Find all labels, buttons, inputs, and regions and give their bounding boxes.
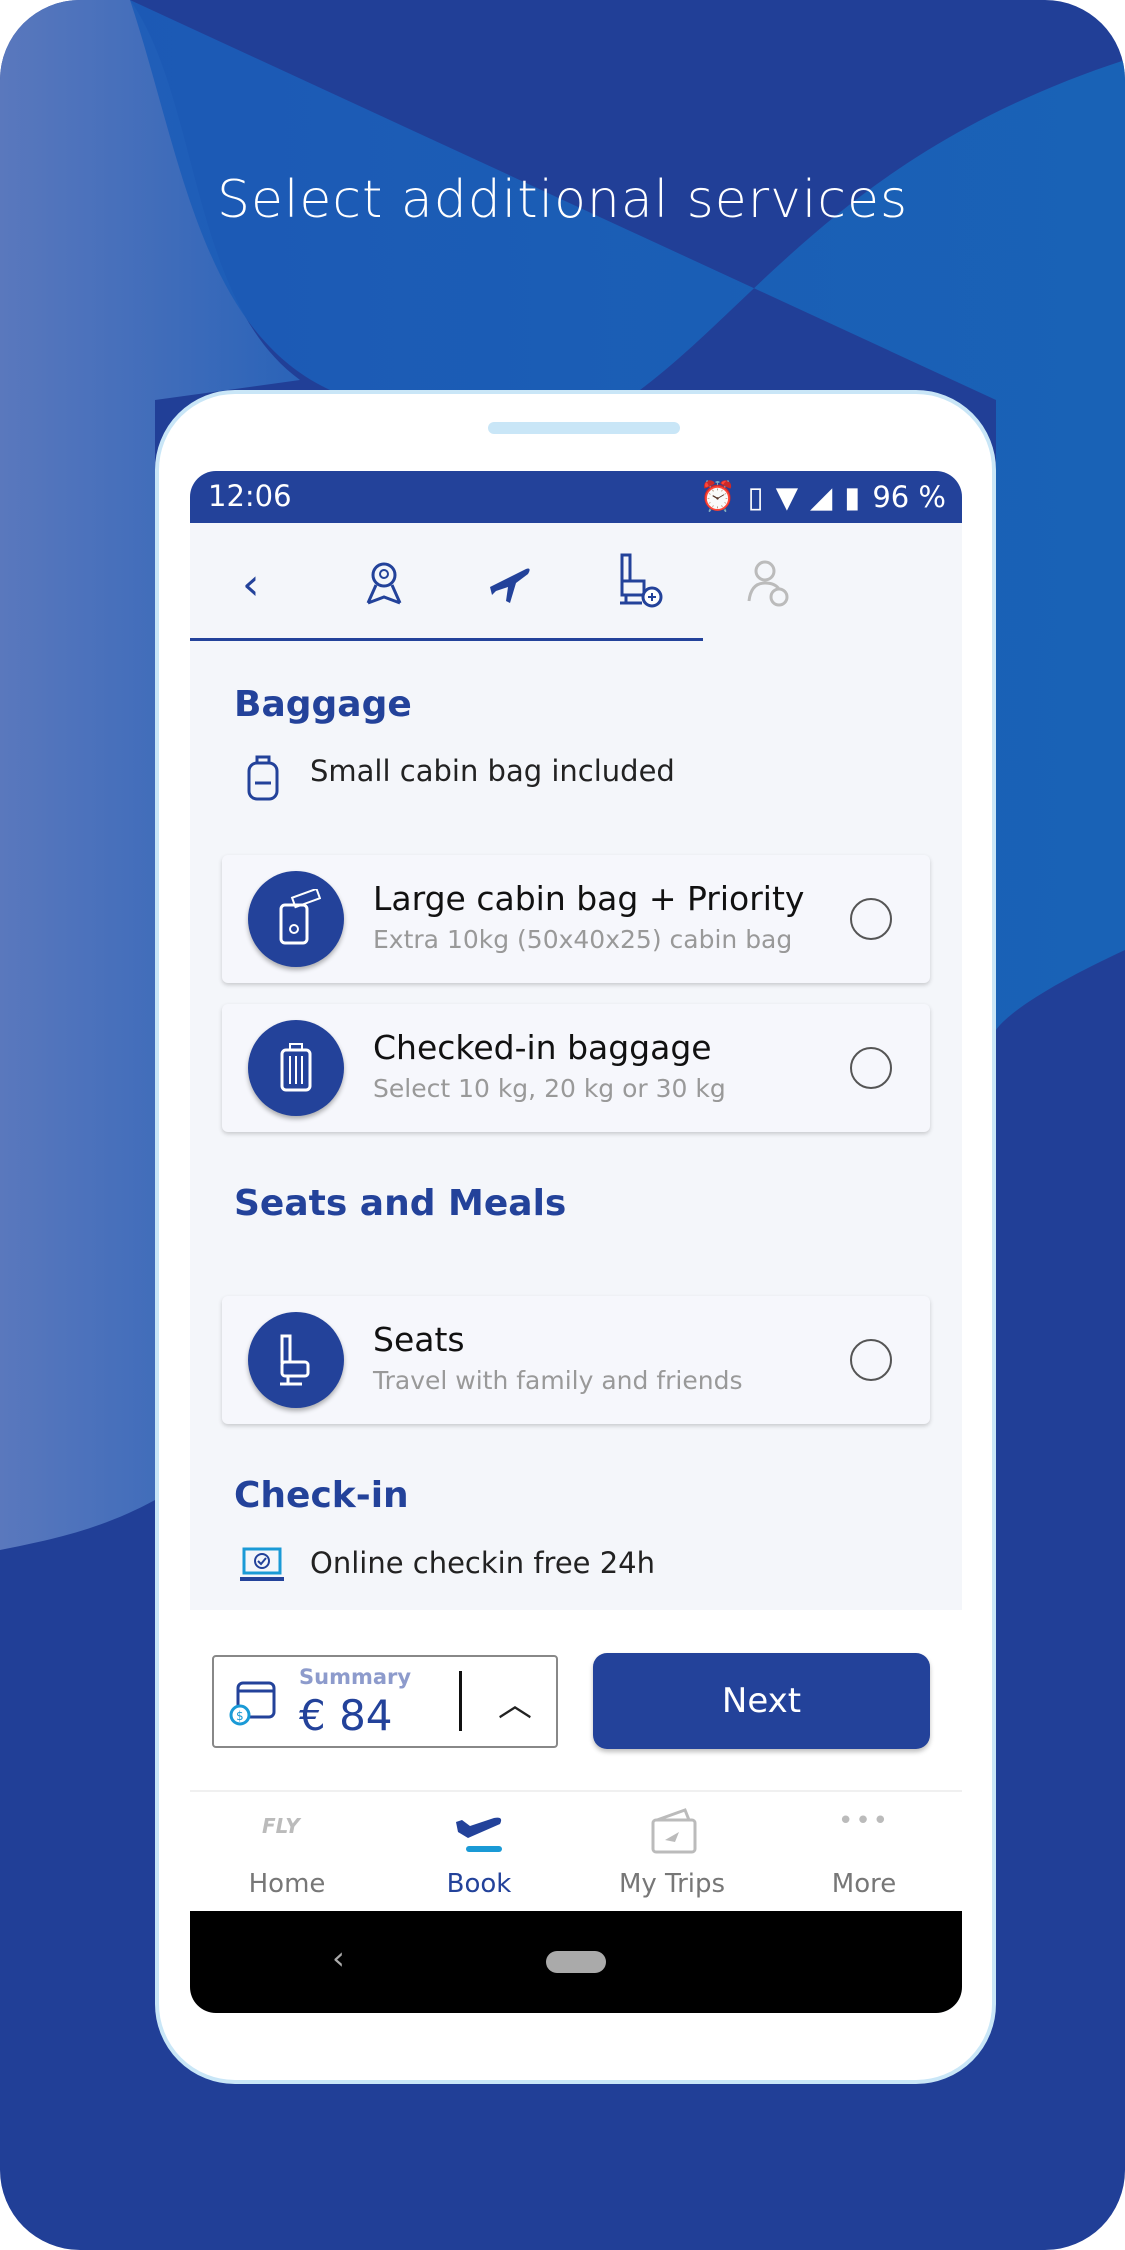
checkin-info: Online checkin free 24h: [310, 1546, 655, 1580]
baggage-heading: Baggage: [234, 684, 412, 725]
status-bar: 12:06 ⏰ ▯ ▼ ◢ ▮ 96 %: [190, 471, 962, 523]
small-bag-included: Small cabin bag included: [310, 754, 675, 788]
option-subtitle: Extra 10kg (50x40x25) cabin bag: [373, 925, 793, 954]
svg-text:$: $: [236, 1709, 244, 1723]
booking-footer: $ Summary € 84 ︿ Next: [190, 1610, 962, 1790]
promo-background: Select additional services 12:06 ⏰ ▯ ▼ ◢…: [0, 0, 1125, 2250]
nav-more[interactable]: ••• More: [769, 1792, 959, 1913]
summary-divider: [459, 1671, 462, 1731]
nav-label: Book: [446, 1869, 512, 1899]
summary-amount: € 84: [299, 1691, 393, 1740]
system-nav-bar: ‹: [190, 1911, 962, 2013]
nav-label: My Trips: [618, 1869, 726, 1899]
ticket-wallet-icon: [651, 1808, 697, 1854]
summary-label: Summary: [299, 1665, 412, 1689]
back-icon[interactable]: ‹: [242, 559, 260, 610]
fly-logo-icon: FLY: [262, 1814, 300, 1838]
option-checked-baggage[interactable]: Checked-in baggage Select 10 kg, 20 kg o…: [222, 1004, 930, 1132]
nav-book[interactable]: Book: [384, 1792, 574, 1913]
option-seats[interactable]: Seats Travel with family and friends: [222, 1296, 930, 1424]
seats-meals-heading: Seats and Meals: [234, 1183, 567, 1224]
flight-icon[interactable]: [486, 561, 532, 607]
suitcase-icon: [248, 1020, 344, 1116]
option-title: Checked-in baggage: [373, 1028, 712, 1067]
flight-takeoff-icon: [456, 1817, 502, 1852]
battery-icon: ▮: [844, 479, 861, 514]
nav-my-trips[interactable]: My Trips: [577, 1792, 767, 1913]
bottom-nav: FLY Home Book My Trips ••• More: [190, 1790, 962, 1911]
next-button[interactable]: Next: [593, 1653, 930, 1749]
option-large-cabin-bag[interactable]: Large cabin bag + Priority Extra 10kg (5…: [222, 855, 930, 983]
option-radio[interactable]: [850, 1339, 892, 1381]
more-dots-icon: •••: [837, 1806, 890, 1836]
nav-home[interactable]: FLY Home: [192, 1792, 382, 1913]
option-radio[interactable]: [850, 898, 892, 940]
wallet-icon: $: [229, 1681, 276, 1726]
option-radio[interactable]: [850, 1047, 892, 1089]
chevron-up-icon[interactable]: ︿: [498, 1677, 532, 1726]
option-subtitle: Travel with family and friends: [373, 1366, 743, 1395]
backpack-icon: [247, 755, 279, 801]
summary-toggle[interactable]: $ Summary € 84 ︿: [212, 1655, 558, 1748]
nav-label: Home: [248, 1869, 326, 1899]
battery-level: 96 %: [872, 479, 946, 514]
step-progress-underline: [190, 638, 703, 641]
signal-icon: ◢: [810, 479, 833, 514]
nav-label: More: [831, 1869, 897, 1899]
alarm-icon: ⏰: [699, 479, 736, 513]
cabin-bag-priority-icon: [248, 871, 344, 967]
phone-speaker: [488, 422, 680, 434]
laptop-check-icon: [240, 1547, 284, 1581]
option-title: Large cabin bag + Priority: [373, 879, 805, 918]
option-title: Seats: [373, 1320, 465, 1359]
app-screen: 12:06 ⏰ ▯ ▼ ◢ ▮ 96 % ‹ Baggage Small cab…: [190, 471, 962, 2013]
status-time: 12:06: [208, 479, 292, 513]
vibrate-icon: ▯: [747, 479, 764, 514]
wifi-icon: ▼: [775, 479, 799, 514]
system-home-pill[interactable]: [546, 1951, 606, 1973]
seat-icon: [248, 1312, 344, 1408]
seat-extras-icon[interactable]: [614, 553, 666, 609]
destination-icon[interactable]: [360, 559, 408, 607]
checkin-heading: Check-in: [234, 1475, 409, 1516]
promo-title: Select additional services: [216, 170, 909, 230]
option-subtitle: Select 10 kg, 20 kg or 30 kg: [373, 1074, 726, 1103]
system-back-icon[interactable]: ‹: [332, 1939, 345, 1977]
passenger-payment-icon: [747, 560, 789, 607]
